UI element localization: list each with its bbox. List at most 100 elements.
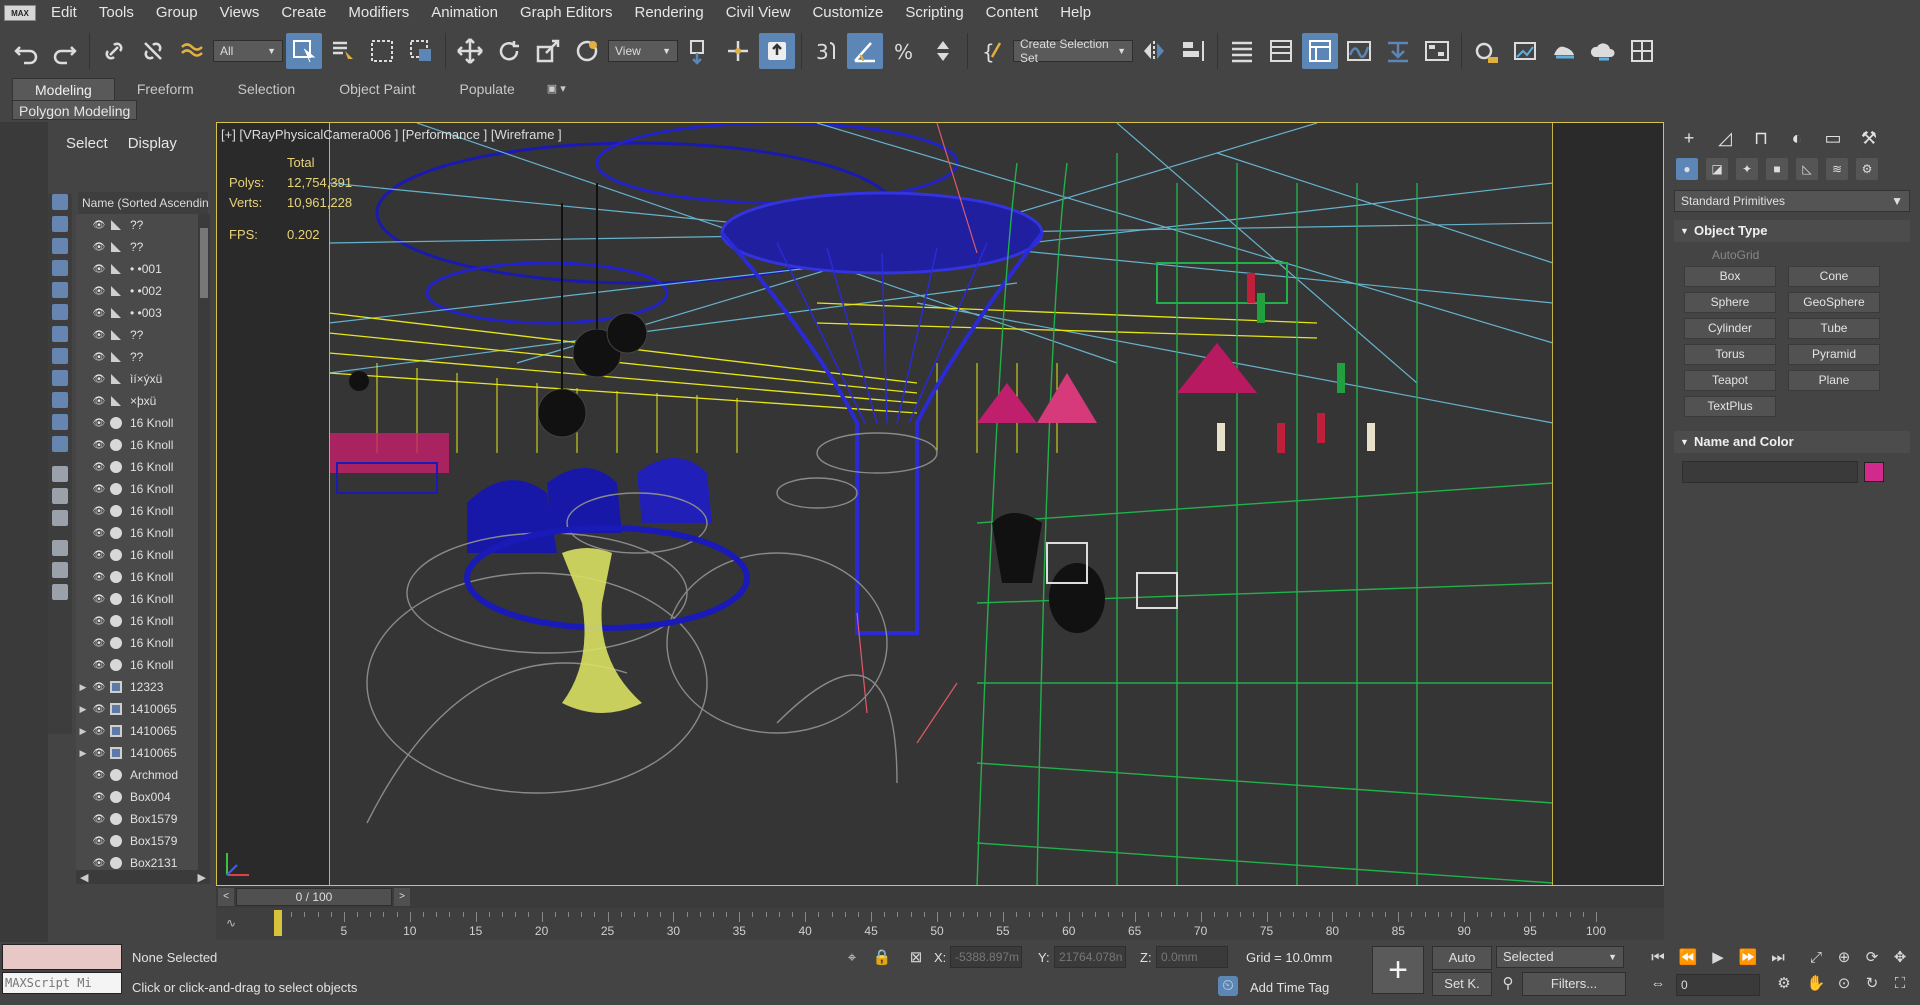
display-all-icon[interactable] <box>52 466 68 482</box>
undo-icon[interactable] <box>8 33 44 69</box>
invert-display-icon[interactable] <box>52 510 68 526</box>
tab-populate[interactable]: Populate <box>437 78 536 100</box>
zoom-all-icon[interactable]: ⊕ <box>1834 948 1854 968</box>
plane-button[interactable]: Plane <box>1788 370 1880 391</box>
explorer-row[interactable]: 👁 ìí×ýxü <box>76 368 198 390</box>
key-mode-toggle-icon[interactable]: ⇔ <box>1648 974 1668 994</box>
display-helpers-icon[interactable] <box>52 282 68 298</box>
chevron-left-icon[interactable]: ◀ <box>80 871 88 884</box>
tube-button[interactable]: Tube <box>1788 318 1880 339</box>
menu-group[interactable]: Group <box>145 0 209 26</box>
menu-scripting[interactable]: Scripting <box>894 0 974 26</box>
visibility-eye-icon[interactable]: 👁 <box>90 374 108 385</box>
filters-button[interactable]: Filters... <box>1522 972 1626 996</box>
explorer-row[interactable]: 👁 16 Knoll <box>76 500 198 522</box>
visibility-eye-icon[interactable]: 👁 <box>90 308 108 319</box>
rectangular-selection-icon[interactable] <box>364 33 400 69</box>
zoom-extents-icon[interactable]: ⤢ <box>1806 948 1826 968</box>
explorer-column-header[interactable]: Name (Sorted Ascending) <box>78 192 208 214</box>
add-time-tag[interactable]: Add Time Tag <box>1250 980 1329 995</box>
explorer-row[interactable]: 👁 16 Knoll <box>76 544 198 566</box>
explorer-row[interactable]: 👁 16 Knoll <box>76 632 198 654</box>
field-of-view-icon[interactable]: ✥ <box>1890 948 1910 968</box>
select-object-icon[interactable] <box>286 33 322 69</box>
angle-snap-icon[interactable] <box>847 33 883 69</box>
sphere-button[interactable]: Sphere <box>1684 292 1776 313</box>
key-filters-icon[interactable]: ⚲ <box>1498 974 1518 994</box>
explorer-row[interactable]: 👁 Archmod <box>76 764 198 786</box>
selection-lock-icon[interactable]: 🔒 <box>872 948 892 968</box>
display-tab-icon[interactable]: ▭ <box>1822 127 1844 149</box>
visibility-eye-icon[interactable]: 👁 <box>90 638 108 649</box>
explorer-row[interactable]: 👁?? <box>76 214 198 236</box>
folder-icon[interactable] <box>52 584 68 600</box>
visibility-eye-icon[interactable]: 👁 <box>90 814 108 825</box>
mirror-icon[interactable] <box>1136 33 1172 69</box>
visibility-eye-icon[interactable]: 👁 <box>90 726 108 737</box>
torus-button[interactable]: Torus <box>1684 344 1776 365</box>
hierarchy-tab-icon[interactable]: ⊓ <box>1750 127 1772 149</box>
menu-tools[interactable]: Tools <box>88 0 145 26</box>
explorer-row[interactable]: 👁?? <box>76 346 198 368</box>
explorer-row[interactable]: 👁 16 Knoll <box>76 456 198 478</box>
explorer-row[interactable]: 👁 ×þxü <box>76 390 198 412</box>
scale-icon[interactable] <box>530 33 566 69</box>
name-and-color-rollout[interactable]: Name and Color <box>1674 431 1910 453</box>
utilities-tab-icon[interactable]: ⚒ <box>1858 127 1880 149</box>
explorer-row[interactable]: 👁 Box1579 <box>76 830 198 852</box>
menu-modifiers[interactable]: Modifiers <box>337 0 420 26</box>
menu-graph-editors[interactable]: Graph Editors <box>509 0 624 26</box>
visibility-eye-icon[interactable]: 👁 <box>90 220 108 231</box>
lights-icon[interactable]: ✦ <box>1736 158 1758 180</box>
teapot-button[interactable]: Teapot <box>1684 370 1776 391</box>
percent-snap-icon[interactable]: % <box>886 33 922 69</box>
isolate-selection-icon[interactable]: ⌖ <box>842 948 862 968</box>
explorer-row[interactable]: 👁 • •002 <box>76 280 198 302</box>
display-lights-icon[interactable] <box>52 238 68 254</box>
maxscript-mini-listener[interactable]: MAXScript Mi <box>2 972 122 994</box>
set-key-big-icon[interactable]: + <box>1372 946 1424 994</box>
toggle-scene-explorer-icon[interactable] <box>1263 33 1299 69</box>
ribbon-options-icon[interactable]: ▣ ▾ <box>547 78 566 100</box>
display-shapes-icon[interactable] <box>52 216 68 232</box>
explorer-vertical-scrollbar[interactable] <box>198 214 210 870</box>
visibility-eye-icon[interactable]: 👁 <box>90 286 108 297</box>
roll-icon[interactable]: ↻ <box>1862 974 1882 994</box>
maxscript-listener-output[interactable] <box>2 944 122 970</box>
current-frame-marker[interactable] <box>274 910 282 936</box>
scrollbar-thumb[interactable] <box>200 228 208 298</box>
menu-edit[interactable]: Edit <box>40 0 88 26</box>
visibility-eye-icon[interactable]: 👁 <box>90 418 108 429</box>
visibility-eye-icon[interactable]: 👁 <box>90 352 108 363</box>
auto-key-button[interactable]: Auto <box>1432 946 1492 970</box>
reference-coordinate-dropdown[interactable]: View ▼ <box>608 40 678 62</box>
visibility-eye-icon[interactable]: 👁 <box>90 264 108 275</box>
modify-tab-icon[interactable]: ◿ <box>1714 127 1736 149</box>
display-frozen-icon[interactable] <box>52 414 68 430</box>
viewport-label[interactable]: [+] [VRayPhysicalCamera006 ] [Performanc… <box>221 127 562 142</box>
explorer-row[interactable]: 👁 16 Knoll <box>76 588 198 610</box>
menu-animation[interactable]: Animation <box>420 0 509 26</box>
visibility-eye-icon[interactable]: 👁 <box>90 792 108 803</box>
current-frame-field[interactable]: 0 <box>1676 974 1760 996</box>
explorer-row[interactable]: 👁 16 Knoll <box>76 654 198 676</box>
window-crossing-icon[interactable] <box>403 33 439 69</box>
create-tab-icon[interactable]: + <box>1678 127 1700 149</box>
display-containers-icon[interactable] <box>52 392 68 408</box>
menu-customize[interactable]: Customize <box>801 0 894 26</box>
cylinder-button[interactable]: Cylinder <box>1684 318 1776 339</box>
expand-arrow-icon[interactable]: ▶ <box>76 704 90 715</box>
expand-arrow-icon[interactable]: ▶ <box>76 726 90 737</box>
explorer-row[interactable]: 👁 16 Knoll <box>76 610 198 632</box>
menu-civil-view[interactable]: Civil View <box>715 0 802 26</box>
visibility-eye-icon[interactable]: 👁 <box>90 594 108 605</box>
display-hidden-icon[interactable] <box>52 436 68 452</box>
explorer-row[interactable]: ▶ 👁 1410065 <box>76 698 198 720</box>
rendered-frame-window-icon[interactable] <box>1507 33 1543 69</box>
absolute-mode-icon[interactable]: ⊠ <box>906 948 926 968</box>
visibility-eye-icon[interactable]: 👁 <box>90 528 108 539</box>
render-production-icon[interactable] <box>1546 33 1582 69</box>
explorer-row[interactable]: 👁 16 Knoll <box>76 566 198 588</box>
previous-key-icon[interactable]: ⏪ <box>1678 948 1698 968</box>
visibility-eye-icon[interactable]: 👁 <box>90 550 108 561</box>
